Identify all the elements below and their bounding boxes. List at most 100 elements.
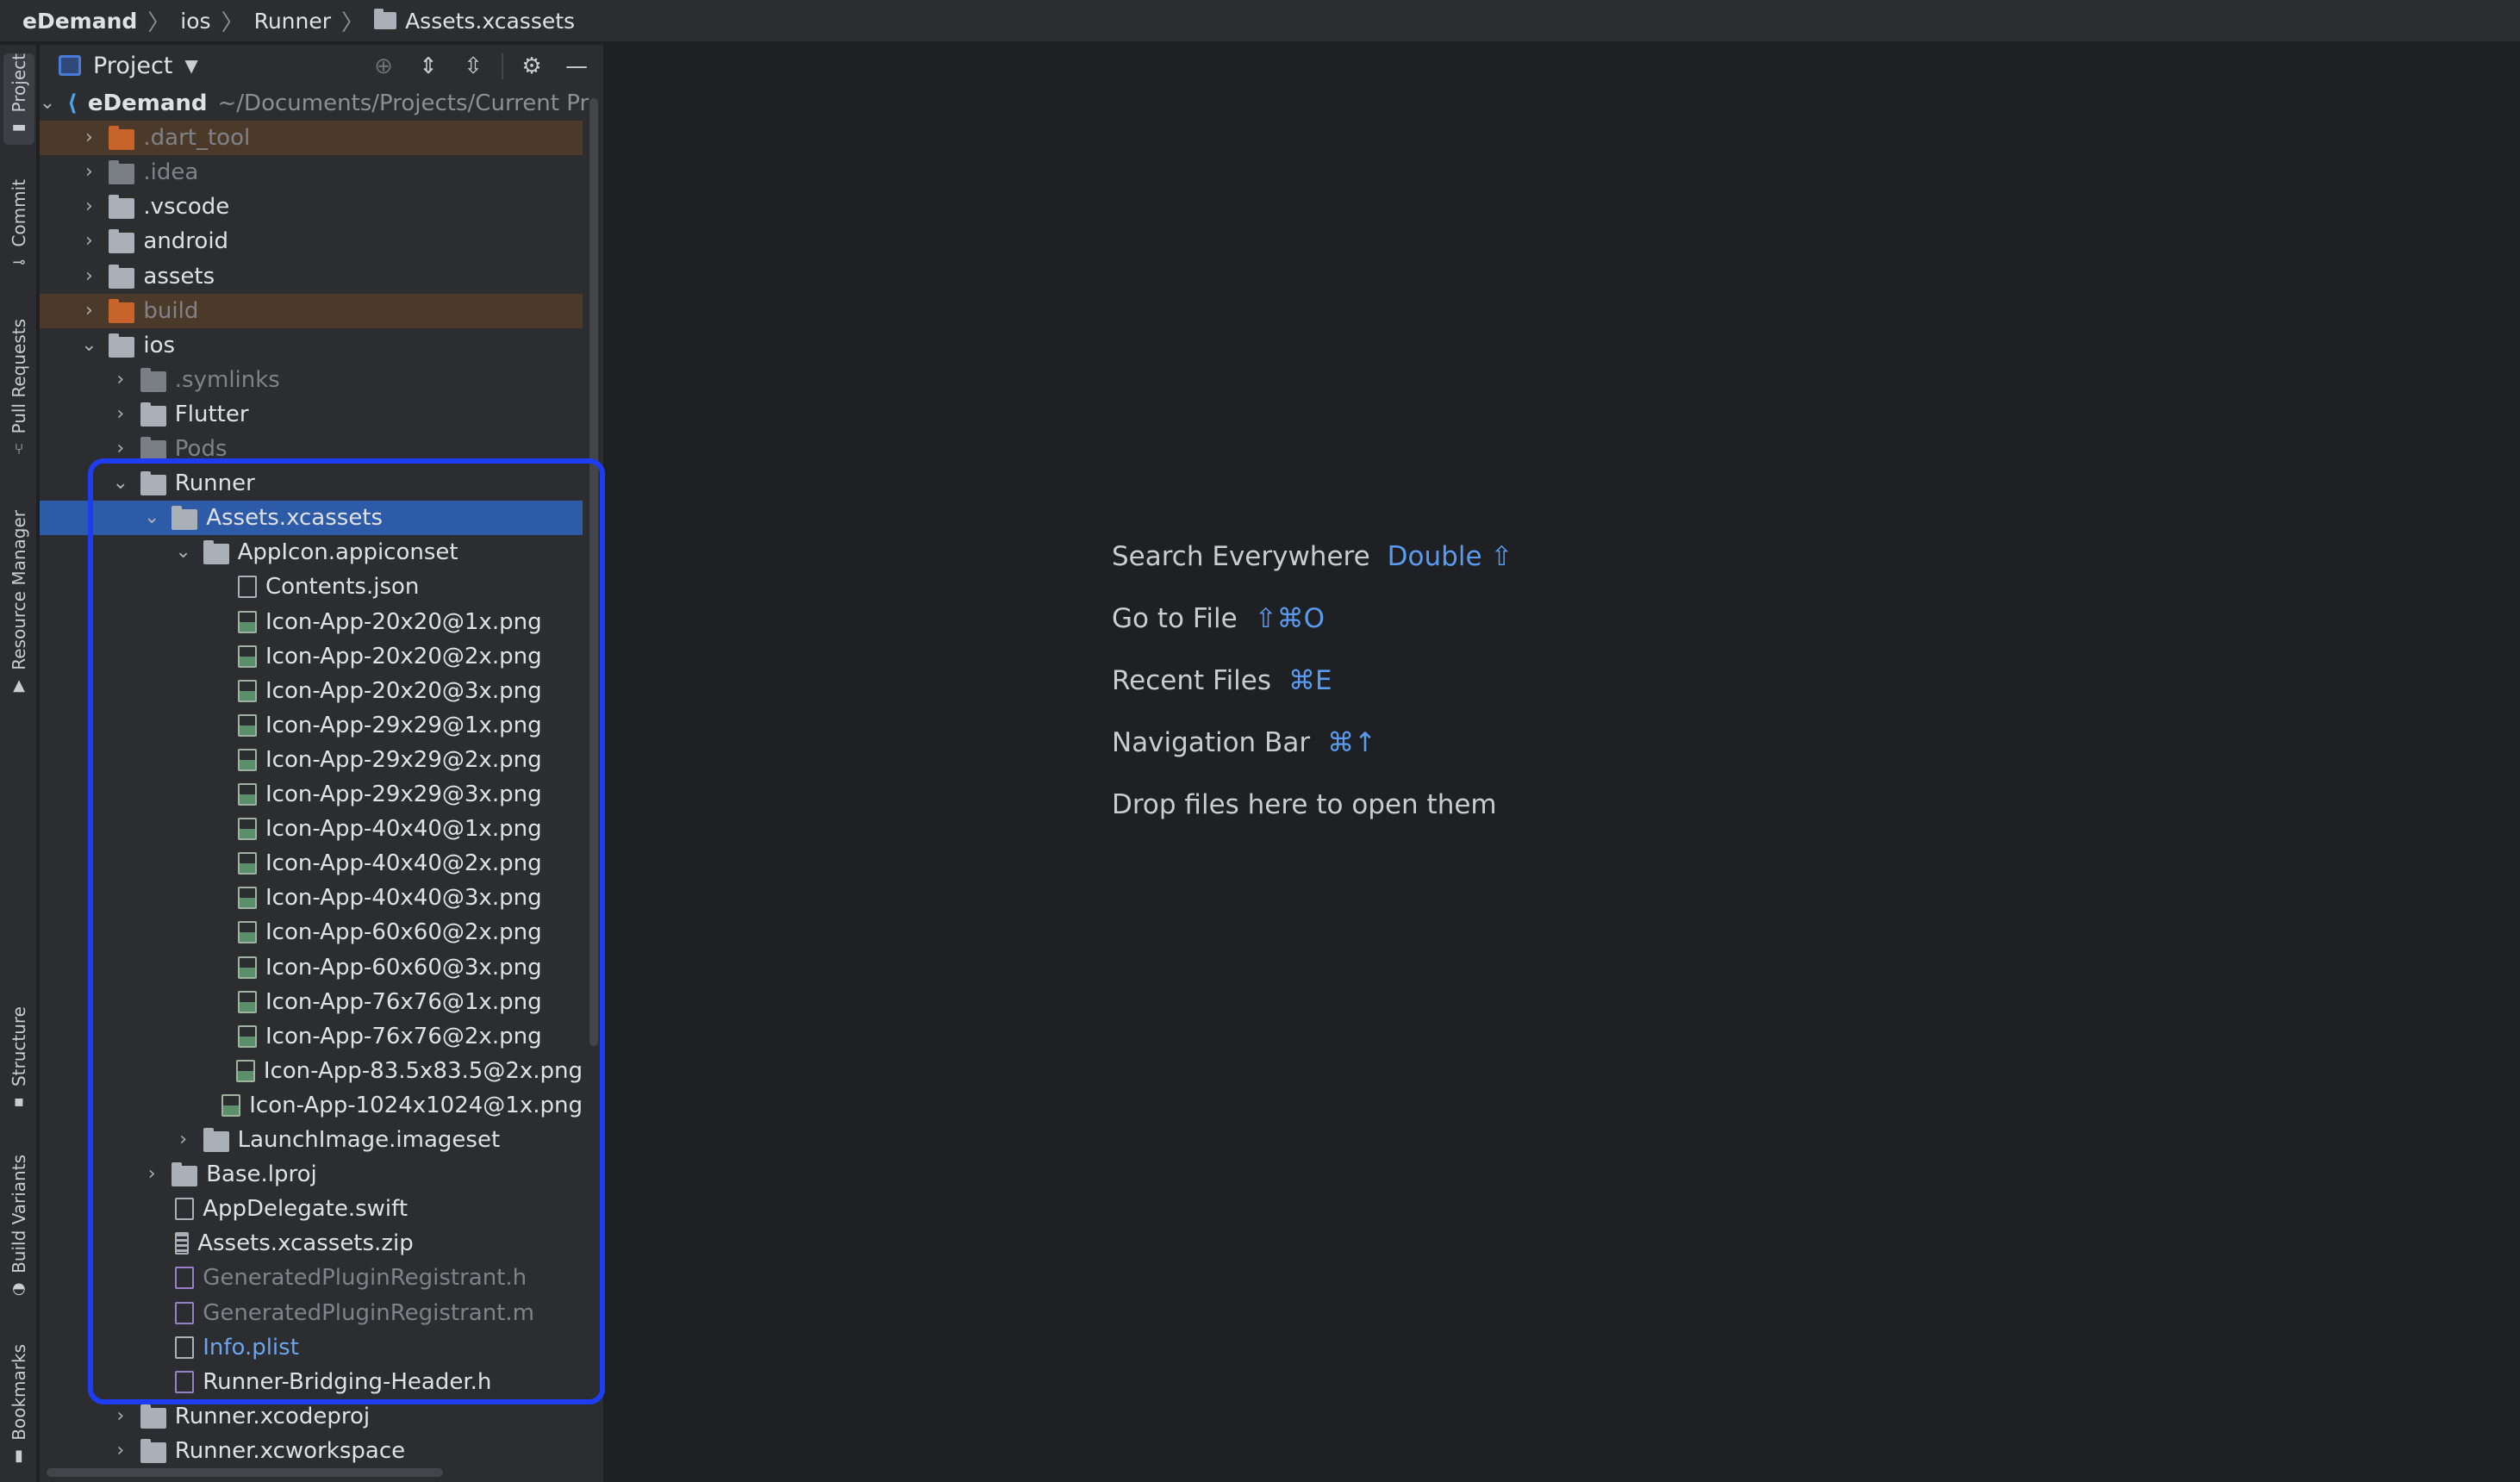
- chevron-right-icon[interactable]: ›: [113, 404, 128, 423]
- folder-icon: [109, 126, 135, 151]
- tool-tab-commit[interactable]: Commit ⊸: [3, 179, 34, 281]
- chevron-right-icon[interactable]: ›: [81, 163, 97, 182]
- chevron-right-icon[interactable]: ›: [81, 266, 97, 285]
- breadcrumb-item-edemand[interactable]: eDemand: [22, 9, 137, 34]
- tree-item[interactable]: › build: [40, 293, 583, 328]
- folder-icon: [140, 1404, 166, 1429]
- chevron-right-icon[interactable]: ›: [81, 301, 97, 320]
- folder-icon: [109, 298, 135, 323]
- folder-icon: [109, 160, 135, 185]
- tree-item-label: Flutter: [174, 401, 249, 427]
- tool-tab-label: Project: [9, 53, 29, 113]
- tool-tab-resource-manager[interactable]: Resource Manager ▲: [3, 510, 34, 751]
- tree-item-label: .vscode: [143, 194, 230, 221]
- tree-item[interactable]: › Flutter: [40, 397, 583, 432]
- hide-panel-icon[interactable]: —: [560, 50, 593, 83]
- folder-icon: [109, 229, 135, 254]
- editor-hints: Search Everywhere Double ⇧ Go to File ⇧⌘…: [1112, 526, 1513, 836]
- bookmark-icon: ▮: [15, 1446, 23, 1465]
- project-view-icon: [59, 55, 81, 76]
- tree-item[interactable]: ⌄ ios: [40, 328, 583, 363]
- tool-tab-project[interactable]: Project ▬: [3, 53, 34, 145]
- tree-item[interactable]: › .dart_tool: [40, 121, 583, 156]
- editor-empty-area: [607, 45, 2520, 1482]
- tool-tab-bookmarks[interactable]: Bookmarks ▮: [3, 1344, 34, 1482]
- chevron-right-icon[interactable]: ›: [113, 1441, 128, 1460]
- tree-item-label: .symlinks: [174, 366, 280, 393]
- chevron-down-icon[interactable]: ⌄: [81, 335, 97, 354]
- folder-icon: [374, 9, 397, 29]
- hint-label: Recent Files: [1112, 665, 1272, 696]
- breadcrumb-item-assets-xcassets[interactable]: Assets.xcassets: [374, 9, 575, 34]
- tool-tab-label: Pull Requests: [9, 319, 29, 434]
- chevron-down-icon[interactable]: ⌄: [40, 94, 55, 113]
- flutter-icon: ⟨: [67, 90, 78, 116]
- tree-item[interactable]: › .idea: [40, 155, 583, 190]
- locate-file-icon[interactable]: ⊕: [367, 50, 400, 83]
- breadcrumb-separator: 〉: [221, 9, 244, 36]
- hint-go-to-file: Go to File ⇧⌘O: [1112, 588, 1513, 650]
- expand-all-icon[interactable]: ⇕: [412, 50, 445, 83]
- annotation-highlight-box: [88, 458, 605, 1404]
- project-panel-title[interactable]: Project: [93, 53, 172, 79]
- chevron-right-icon[interactable]: ›: [81, 197, 97, 216]
- tree-item-label: .idea: [143, 159, 199, 186]
- folder-icon: [140, 402, 166, 427]
- tree-item[interactable]: › Runner.xcworkspace: [40, 1434, 583, 1468]
- tool-tab-pull-requests[interactable]: Pull Requests ⑂: [3, 319, 34, 508]
- hint-shortcut: ⌘↑: [1327, 727, 1377, 758]
- tree-item[interactable]: › .vscode: [40, 190, 583, 224]
- breadcrumb-item-runner[interactable]: Runner: [254, 9, 331, 34]
- tool-tab-label: Bookmarks: [9, 1344, 29, 1441]
- chevron-right-icon[interactable]: ›: [113, 370, 128, 389]
- tree-item[interactable]: › .symlinks: [40, 363, 583, 397]
- collapse-all-icon[interactable]: ⇳: [457, 50, 490, 83]
- tree-item-label: Runner.xcodeproj: [174, 1403, 371, 1429]
- folder-icon: [109, 264, 135, 289]
- folder-icon: [109, 195, 135, 220]
- navigation-breadcrumb: eDemand 〉 ios 〉 Runner 〉 Assets.xcassets: [0, 0, 2520, 43]
- pull-request-icon: ⑂: [14, 439, 24, 458]
- tool-tab-build-variants[interactable]: Build Variants ◓: [3, 1155, 34, 1360]
- tree-item-label: ios: [143, 332, 176, 358]
- commit-icon: ⊸: [12, 252, 26, 271]
- chevron-right-icon[interactable]: ›: [81, 128, 97, 147]
- tree-item-label: assets: [143, 263, 215, 290]
- horizontal-scrollbar[interactable]: [47, 1468, 443, 1477]
- hint-label: Navigation Bar: [1112, 727, 1311, 758]
- structure-icon: ▪: [13, 1093, 25, 1112]
- android-icon: ◓: [12, 1279, 26, 1298]
- tree-item-label: eDemand: [87, 90, 208, 116]
- chevron-right-icon[interactable]: ›: [113, 1406, 128, 1425]
- hint-shortcut: ⇧⌘O: [1254, 603, 1325, 634]
- chevron-right-icon[interactable]: ›: [81, 232, 97, 251]
- tree-item[interactable]: › android: [40, 224, 583, 258]
- left-tool-strip: Project ▬ Commit ⊸ Pull Requests ⑂ Resou…: [0, 45, 38, 1482]
- folder-icon: [140, 367, 166, 392]
- tool-tab-structure[interactable]: Structure ▪: [3, 1006, 34, 1167]
- breadcrumb-item-label: Assets.xcassets: [405, 8, 576, 34]
- hint-label: Search Everywhere: [1112, 541, 1370, 572]
- tree-root[interactable]: ⌄ ⟨ eDemand ~/Documents/Projects/Current Pr: [40, 86, 589, 121]
- breadcrumb-separator: 〉: [147, 9, 171, 36]
- tree-item-label: .dart_tool: [143, 125, 251, 152]
- tree-item-label: Runner.xcworkspace: [174, 1437, 406, 1464]
- hint-search-everywhere: Search Everywhere Double ⇧: [1112, 526, 1513, 588]
- project-panel-toolbar: ⊕ ⇕ ⇳ ⚙ —: [367, 50, 593, 83]
- chevron-down-icon[interactable]: ▼: [184, 55, 197, 76]
- tool-tab-label: Build Variants: [9, 1155, 29, 1273]
- chevron-right-icon[interactable]: ›: [113, 439, 128, 458]
- tree-item[interactable]: › assets: [40, 259, 583, 294]
- resource-icon: ▲: [13, 676, 25, 694]
- folder-icon: ▬: [11, 118, 27, 137]
- tree-item-label: build: [143, 297, 199, 324]
- folder-icon: [109, 333, 135, 358]
- hint-label: Go to File: [1112, 603, 1238, 634]
- toolbar-divider: [502, 53, 503, 79]
- hint-recent-files: Recent Files ⌘E: [1112, 650, 1513, 712]
- tree-root-path: ~/Documents/Projects/Current Pr: [217, 90, 589, 116]
- gear-icon[interactable]: ⚙: [515, 50, 548, 83]
- hint-shortcut: ⌘E: [1288, 665, 1332, 696]
- breadcrumb-separator: 〉: [341, 9, 365, 36]
- breadcrumb-item-ios[interactable]: ios: [180, 9, 210, 34]
